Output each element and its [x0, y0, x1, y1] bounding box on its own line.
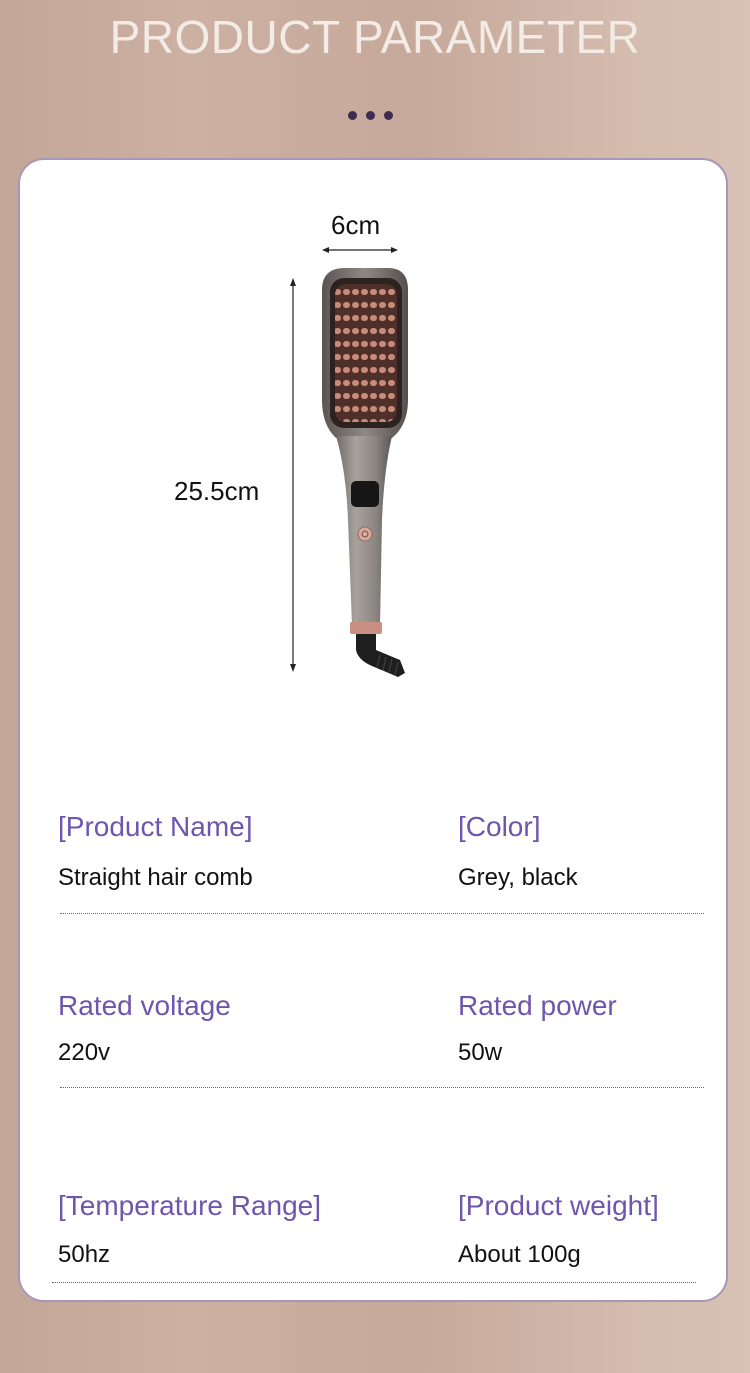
divider: [60, 1087, 704, 1088]
height-dimension-label: 25.5cm: [174, 476, 260, 506]
page-title: PRODUCT PARAMETER: [109, 11, 641, 63]
dot: [348, 111, 357, 120]
rated-power-value: 50w: [458, 1039, 503, 1066]
dot: [366, 111, 375, 120]
product-weight-label: [Product weight]: [458, 1190, 659, 1221]
color-value: Grey, black: [458, 864, 578, 891]
product-weight-value: About 100g: [458, 1241, 581, 1268]
divider: [52, 1282, 696, 1283]
rated-power-label: Rated power: [458, 990, 617, 1021]
divider: [60, 913, 704, 914]
product-name-label: [Product Name]: [58, 811, 253, 842]
decorative-dots: [348, 111, 398, 121]
rated-voltage-value: 220v: [58, 1039, 111, 1066]
width-arrow: [322, 247, 398, 253]
temperature-range-value: 50hz: [58, 1241, 111, 1268]
dot: [384, 111, 393, 120]
height-arrow: [290, 278, 296, 672]
color-label: [Color]: [458, 811, 541, 842]
hair-comb-illustration: [290, 247, 408, 677]
rated-voltage-label: Rated voltage: [58, 990, 231, 1021]
temperature-range-label: [Temperature Range]: [58, 1190, 322, 1221]
product-name-value: Straight hair comb: [58, 864, 253, 891]
